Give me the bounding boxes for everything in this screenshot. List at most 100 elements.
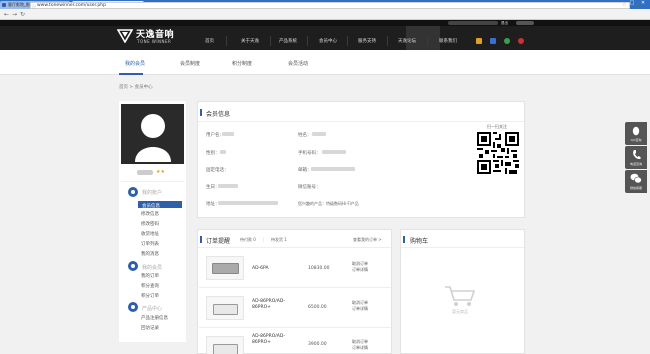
sidebar-section-title: 产品中心 [142,306,163,312]
phone-icon [633,150,641,160]
panel-divider [198,121,524,122]
product-thumbnail[interactable] [206,256,244,280]
phone-consult-button[interactable]: 电话咨询 [625,146,647,169]
sidebar-item-points-orders[interactable]: 积分订单 [141,293,159,299]
empty-cart-icon [445,286,476,306]
subnav-member-system[interactable]: 会员制度 [180,60,200,67]
wechat-bubble-icon [630,173,642,184]
amplifier-image [213,344,238,354]
sidebar-item-followup-records[interactable]: 回访记录 [141,325,159,331]
nav-divider [427,36,428,46]
product-preference: 您兴趣的产品：特级数码Hi-Fi产品 [298,201,359,206]
logo-subtext: TONE WINNER [137,39,172,44]
view-all-orders-link[interactable]: 查看我的订单 > [353,237,382,243]
product-thumbnail[interactable] [206,336,244,354]
field-label: 性别： [206,151,220,156]
field-value-username [222,132,234,136]
field-value-gender [220,150,226,154]
cart-title: 购物车 [410,238,429,245]
subnav-member-events[interactable]: 会员活动 [288,60,308,67]
nav-service[interactable]: 服务支持 [358,38,376,44]
user-icon[interactable] [476,38,482,44]
nav-member-center[interactable]: 会员中心 [319,38,337,44]
order-reminder-title: 订单提醒 [206,238,231,245]
default-avatar-icon [135,114,171,162]
sidebar-item-my-orders[interactable]: 我的订单 [141,273,159,279]
sidebar-item-messages[interactable]: 我的消息 [141,251,159,257]
tab-pending-shipment[interactable]: 待发货 1 [271,237,287,243]
field-value-birthday [218,184,238,188]
member-info-title: 会员信息 [206,111,231,118]
order-product-name[interactable]: AD-86PRO/AD-86PRO+ [252,299,296,311]
field-label: 手机号码： [298,151,321,156]
weibo-icon[interactable] [518,38,524,44]
sidebar-item-edit-info[interactable]: 修改信息 [141,211,159,217]
panel-accent-bar [200,109,202,116]
breadcrumb: 首页 > 会员中心 [119,85,153,90]
nav-contact[interactable]: 联系我们 [439,38,457,44]
qq-consult-button[interactable]: QQ咨询 [625,122,647,145]
order-details-link[interactable]: 订单详情 [352,267,368,273]
float-label: 电话咨询 [629,162,642,166]
nav-divider [270,36,271,46]
nav-products[interactable]: 产品系统 [279,38,297,44]
order-product-name[interactable]: AD-86PRO/AD-86PRO+ [252,334,296,346]
page-info-icon[interactable]: ⓘ [32,4,36,10]
qq-icon [632,126,640,136]
qr-caption: 扫一扫关注 [487,124,507,129]
nav-home[interactable]: 首页 [205,38,214,44]
panel-accent-bar [200,236,202,243]
bookmark-star-icon[interactable]: ☆ [622,2,626,8]
field-value-email [311,167,355,171]
field-value-address [218,201,278,205]
sidebar-item-order-list[interactable]: 订单列表 [141,241,159,247]
subnav-active-underline [119,73,143,75]
logout-link[interactable]: 退出 [501,21,508,26]
order-details-link[interactable]: 订单详情 [352,306,368,312]
browser-menu-icon[interactable]: ≡ [636,2,641,9]
sidebar-item-address[interactable]: 收货地址 [141,231,159,237]
product-thumbnail[interactable] [206,296,244,320]
url-input[interactable]: www.tonewinner.com/user.php [30,2,630,9]
field-value-name [312,132,326,136]
address-bar [0,9,650,20]
reload-icon[interactable]: ↻ [19,11,26,18]
sidebar-item-member-info[interactable]: 会员信息 [142,203,160,209]
panel-accent-bar [403,236,405,243]
cart-empty-text: 暂无商品 [452,309,468,314]
nav-about[interactable]: 关于天逸 [241,38,259,44]
forward-icon[interactable]: → [11,11,18,18]
logo-mark-icon[interactable] [117,27,133,43]
wechat-service-button[interactable]: 微信客服 [625,170,647,193]
float-label: QQ咨询 [630,138,642,142]
sidebar-item-points[interactable]: 积分查询 [141,283,159,289]
header-search-input[interactable] [516,21,534,25]
sidebar-item-product-registration[interactable]: 产品注册信息 [141,315,168,321]
tab-divider: | [263,237,265,242]
sidebar-section-title: 我的账户 [142,190,163,196]
tab-pending-payment[interactable]: 待付款 0 [240,237,256,243]
order-details-link[interactable]: 订单详情 [352,345,368,351]
site-favicon-icon [2,3,6,7]
order-price: 6500.00 [308,305,327,310]
back-icon[interactable]: ← [3,11,10,18]
amplifier-image [213,304,238,315]
sidebar-section-title: 我的会员 [142,265,163,271]
product-section-icon [128,302,138,312]
order-price: 10830.00 [308,266,330,271]
nav-divider [347,36,348,46]
subnav-my-member[interactable]: 我的会员 [125,60,145,67]
order-product-name[interactable]: AD-6PA [252,266,269,272]
sidebar-item-change-password[interactable]: 修改密码 [141,221,159,227]
field-value-mobile [322,150,346,154]
nav-forum[interactable]: 天逸论坛 [398,38,416,44]
subnav-points-system[interactable]: 积分制度 [232,60,252,67]
cart-icon[interactable] [490,38,496,44]
wechat-icon[interactable] [504,38,510,44]
panel-divider [401,247,524,248]
field-label: 微信账号： [298,185,321,190]
user-greeting [448,21,498,25]
nav-divider [307,36,308,46]
member-medal-icon: ★★ [156,169,165,175]
member-subnav [0,50,650,75]
